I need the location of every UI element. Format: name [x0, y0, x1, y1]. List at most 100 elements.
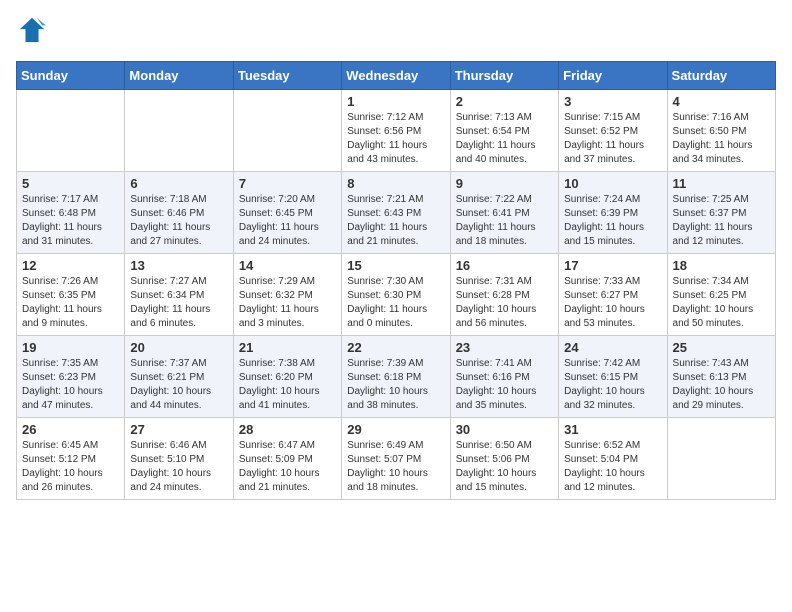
day-info: Sunrise: 7:41 AM Sunset: 6:16 PM Dayligh…: [456, 357, 553, 413]
calendar-cell: 28Sunrise: 6:47 AM Sunset: 5:09 PM Dayli…: [233, 418, 341, 500]
calendar-cell: 3Sunrise: 7:15 AM Sunset: 6:52 PM Daylig…: [559, 90, 667, 172]
calendar-week-row: 1 Sunrise: 7:12 AM Sunset: 6:56 PM Daylig…: [17, 90, 776, 172]
day-info: Sunrise: 6:45 AM Sunset: 5:12 PM Dayligh…: [22, 439, 119, 495]
day-number: 2: [456, 94, 553, 109]
day-info: Sunrise: 7:31 AM Sunset: 6:28 PM Dayligh…: [456, 275, 553, 331]
calendar-cell: 20 Sunrise: 7:37 AM Sunset: 6:21 PM Dayli…: [125, 336, 233, 418]
day-number: 23: [456, 340, 553, 355]
calendar-cell: 17 Sunrise: 7:33 AM Sunset: 6:27 PM Dayli…: [559, 254, 667, 336]
day-number: 1: [347, 94, 444, 109]
day-number: 20: [130, 340, 227, 355]
day-number: 21: [239, 340, 336, 355]
day-info: Sunrise: 7:24 AM Sunset: 6:39 PM Dayligh…: [564, 193, 661, 249]
day-info: Sunrise: 6:46 AM Sunset: 5:10 PM Dayligh…: [130, 439, 227, 495]
calendar-cell: 6Sunrise: 7:18 AM Sunset: 6:46 PM Daylig…: [125, 172, 233, 254]
calendar-cell: 10Sunrise: 7:24 AM Sunset: 6:39 PM Dayli…: [559, 172, 667, 254]
day-number: 17: [564, 258, 661, 273]
day-number: 8: [347, 176, 444, 191]
calendar-cell: 31 Sunrise: 6:52 AM Sunset: 5:04 PM Dayli…: [559, 418, 667, 500]
calendar-cell: 2 Sunrise: 7:13 AM Sunset: 6:54 PM Daylig…: [450, 90, 558, 172]
calendar-week-row: 26 Sunrise: 6:45 AM Sunset: 5:12 PM Dayli…: [17, 418, 776, 500]
day-number: 15: [347, 258, 444, 273]
calendar-cell: 29Sunrise: 6:49 AM Sunset: 5:07 PM Dayli…: [342, 418, 450, 500]
day-info: Sunrise: 7:39 AM Sunset: 6:18 PM Dayligh…: [347, 357, 444, 413]
day-info: Sunrise: 7:16 AM Sunset: 6:50 PM Dayligh…: [673, 111, 770, 167]
calendar-week-row: 19 Sunrise: 7:35 AM Sunset: 6:23 PM Dayli…: [17, 336, 776, 418]
day-info: Sunrise: 7:13 AM Sunset: 6:54 PM Dayligh…: [456, 111, 553, 167]
day-info: Sunrise: 7:27 AM Sunset: 6:34 PM Dayligh…: [130, 275, 227, 331]
calendar-cell: 13 Sunrise: 7:27 AM Sunset: 6:34 PM Dayli…: [125, 254, 233, 336]
day-info: Sunrise: 7:30 AM Sunset: 6:30 PM Dayligh…: [347, 275, 444, 331]
calendar-cell: 14 Sunrise: 7:29 AM Sunset: 6:32 PM Dayli…: [233, 254, 341, 336]
calendar-cell: 23 Sunrise: 7:41 AM Sunset: 6:16 PM Dayli…: [450, 336, 558, 418]
day-info: Sunrise: 7:42 AM Sunset: 6:15 PM Dayligh…: [564, 357, 661, 413]
day-number: 16: [456, 258, 553, 273]
weekday-header-friday: Friday: [559, 62, 667, 90]
day-info: Sunrise: 7:37 AM Sunset: 6:21 PM Dayligh…: [130, 357, 227, 413]
day-number: 18: [673, 258, 770, 273]
calendar-cell: [125, 90, 233, 172]
day-number: 28: [239, 422, 336, 437]
calendar-cell: 12Sunrise: 7:26 AM Sunset: 6:35 PM Dayli…: [17, 254, 125, 336]
calendar-cell: 19 Sunrise: 7:35 AM Sunset: 6:23 PM Dayli…: [17, 336, 125, 418]
day-info: Sunrise: 6:52 AM Sunset: 5:04 PM Dayligh…: [564, 439, 661, 495]
day-info: Sunrise: 7:33 AM Sunset: 6:27 PM Dayligh…: [564, 275, 661, 331]
calendar-cell: 16 Sunrise: 7:31 AM Sunset: 6:28 PM Dayli…: [450, 254, 558, 336]
calendar-week-row: 12Sunrise: 7:26 AM Sunset: 6:35 PM Dayli…: [17, 254, 776, 336]
page-header: [16, 16, 776, 49]
calendar-cell: 9 Sunrise: 7:22 AM Sunset: 6:41 PM Daylig…: [450, 172, 558, 254]
day-number: 4: [673, 94, 770, 109]
day-info: Sunrise: 6:49 AM Sunset: 5:07 PM Dayligh…: [347, 439, 444, 495]
day-number: 24: [564, 340, 661, 355]
day-number: 19: [22, 340, 119, 355]
calendar-week-row: 5 Sunrise: 7:17 AM Sunset: 6:48 PM Daylig…: [17, 172, 776, 254]
weekday-header-saturday: Saturday: [667, 62, 775, 90]
day-number: 13: [130, 258, 227, 273]
weekday-header-monday: Monday: [125, 62, 233, 90]
day-number: 27: [130, 422, 227, 437]
day-info: Sunrise: 7:20 AM Sunset: 6:45 PM Dayligh…: [239, 193, 336, 249]
weekday-header-wednesday: Wednesday: [342, 62, 450, 90]
day-number: 26: [22, 422, 119, 437]
weekday-header-thursday: Thursday: [450, 62, 558, 90]
day-info: Sunrise: 7:35 AM Sunset: 6:23 PM Dayligh…: [22, 357, 119, 413]
day-number: 30: [456, 422, 553, 437]
calendar-cell: 18 Sunrise: 7:34 AM Sunset: 6:25 PM Dayli…: [667, 254, 775, 336]
calendar-cell: 1 Sunrise: 7:12 AM Sunset: 6:56 PM Daylig…: [342, 90, 450, 172]
day-info: Sunrise: 7:43 AM Sunset: 6:13 PM Dayligh…: [673, 357, 770, 413]
calendar-cell: 11Sunrise: 7:25 AM Sunset: 6:37 PM Dayli…: [667, 172, 775, 254]
day-info: Sunrise: 7:22 AM Sunset: 6:41 PM Dayligh…: [456, 193, 553, 249]
logo-icon: [18, 16, 46, 44]
calendar-cell: 27 Sunrise: 6:46 AM Sunset: 5:10 PM Dayli…: [125, 418, 233, 500]
day-info: Sunrise: 7:34 AM Sunset: 6:25 PM Dayligh…: [673, 275, 770, 331]
day-info: Sunrise: 7:21 AM Sunset: 6:43 PM Dayligh…: [347, 193, 444, 249]
calendar-body: 1 Sunrise: 7:12 AM Sunset: 6:56 PM Daylig…: [17, 90, 776, 500]
day-info: Sunrise: 7:25 AM Sunset: 6:37 PM Dayligh…: [673, 193, 770, 249]
calendar-cell: 5 Sunrise: 7:17 AM Sunset: 6:48 PM Daylig…: [17, 172, 125, 254]
day-number: 22: [347, 340, 444, 355]
calendar-cell: 22 Sunrise: 7:39 AM Sunset: 6:18 PM Dayli…: [342, 336, 450, 418]
calendar-cell: 21Sunrise: 7:38 AM Sunset: 6:20 PM Dayli…: [233, 336, 341, 418]
day-info: Sunrise: 7:29 AM Sunset: 6:32 PM Dayligh…: [239, 275, 336, 331]
calendar-cell: 4 Sunrise: 7:16 AM Sunset: 6:50 PM Daylig…: [667, 90, 775, 172]
calendar-cell: [667, 418, 775, 500]
day-info: Sunrise: 7:26 AM Sunset: 6:35 PM Dayligh…: [22, 275, 119, 331]
calendar-cell: 7Sunrise: 7:20 AM Sunset: 6:45 PM Daylig…: [233, 172, 341, 254]
day-number: 9: [456, 176, 553, 191]
day-number: 14: [239, 258, 336, 273]
day-info: Sunrise: 7:12 AM Sunset: 6:56 PM Dayligh…: [347, 111, 444, 167]
calendar-cell: 30 Sunrise: 6:50 AM Sunset: 5:06 PM Dayli…: [450, 418, 558, 500]
calendar-cell: 25 Sunrise: 7:43 AM Sunset: 6:13 PM Dayli…: [667, 336, 775, 418]
day-info: Sunrise: 7:15 AM Sunset: 6:52 PM Dayligh…: [564, 111, 661, 167]
day-info: Sunrise: 6:50 AM Sunset: 5:06 PM Dayligh…: [456, 439, 553, 495]
weekday-header-sunday: Sunday: [17, 62, 125, 90]
calendar-cell: [233, 90, 341, 172]
weekday-header-tuesday: Tuesday: [233, 62, 341, 90]
day-number: 25: [673, 340, 770, 355]
calendar-cell: 8 Sunrise: 7:21 AM Sunset: 6:43 PM Daylig…: [342, 172, 450, 254]
calendar-cell: 15 Sunrise: 7:30 AM Sunset: 6:30 PM Dayli…: [342, 254, 450, 336]
day-number: 31: [564, 422, 661, 437]
day-info: Sunrise: 7:17 AM Sunset: 6:48 PM Dayligh…: [22, 193, 119, 249]
day-number: 6: [130, 176, 227, 191]
day-number: 5: [22, 176, 119, 191]
